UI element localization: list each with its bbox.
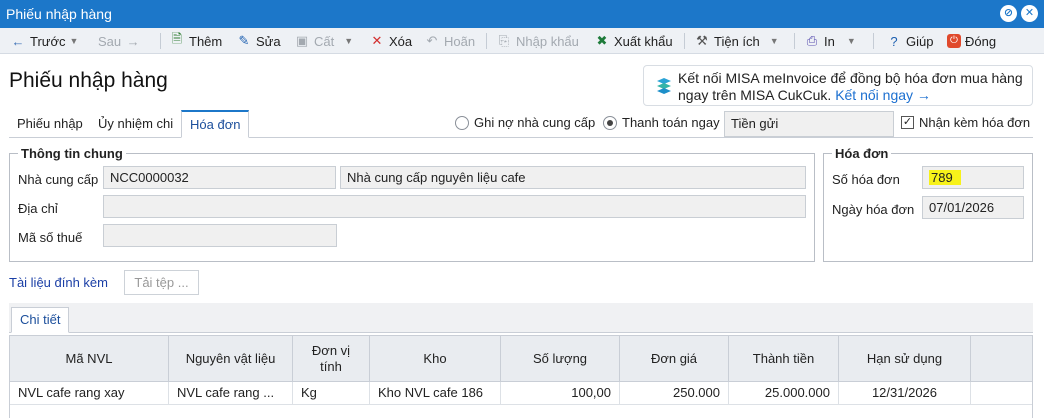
cell-quantity[interactable]: 100,00 [501, 382, 620, 405]
chevron-down-icon[interactable]: ▼ [70, 36, 79, 46]
col-header-code[interactable]: Mã NVL [10, 336, 169, 382]
col-header-unit[interactable]: Đơn vị tính [293, 336, 370, 382]
toolbar-separator [486, 33, 487, 49]
col-header-quantity[interactable]: Số lượng [501, 336, 620, 382]
save-icon: ▣ [295, 33, 309, 48]
import-icon: ⎘ [498, 33, 510, 48]
detail-tabs: Chi tiết [9, 303, 1033, 333]
restore-icon[interactable]: ⊘ [1000, 5, 1017, 22]
invoice-number-value: 789 [929, 170, 961, 185]
tax-code-field[interactable] [103, 224, 337, 247]
edit-button[interactable]: ✎ Sửa [236, 32, 281, 50]
delete-button[interactable]: ✕ Xóa [369, 32, 413, 50]
cell-material[interactable]: NVL cafe rang ... [169, 382, 293, 405]
chevron-down-icon[interactable]: ▼ [770, 36, 779, 46]
banner-text-2: ngay trên MISA CukCuk. [678, 87, 832, 103]
meinvoice-banner: Kết nối MISA meInvoice để đồng bộ hóa đơ… [643, 65, 1033, 106]
prev-button[interactable]: ← Trước ▼ [10, 32, 79, 50]
supplier-name-field[interactable]: Nhà cung cấp nguyên liệu cafe [340, 166, 806, 189]
tax-code-label: Mã số thuế [18, 230, 83, 245]
toolbar-separator [873, 33, 874, 49]
arrow-right-icon: → [126, 33, 140, 49]
power-icon: ⏻ [947, 34, 961, 48]
tab-detail[interactable]: Chi tiết [11, 307, 70, 333]
meinvoice-logo-icon [657, 78, 671, 94]
supplier-code-field[interactable]: NCC0000032 [103, 166, 336, 189]
col-header-unit-price[interactable]: Đơn giá [620, 336, 729, 382]
delete-x-icon: ✕ [371, 33, 383, 48]
page-title: Phiếu nhập hàng [9, 69, 168, 92]
invoice-date-field[interactable]: 07/01/2026 [922, 196, 1024, 219]
receive-invoice-checkbox[interactable]: ✓ Nhận kèm hóa đơn [901, 115, 1030, 130]
radio-circle[interactable] [455, 115, 469, 130]
help-icon: ? [890, 33, 898, 49]
toolbar-separator [160, 33, 161, 49]
cell-unit[interactable]: Kg [293, 382, 370, 405]
print-button[interactable]: ⎙ In ▼ [804, 32, 856, 50]
radio-pay-now[interactable]: Thanh toán ngay [603, 115, 720, 130]
connect-now-link[interactable]: Kết nối ngay → [835, 87, 931, 103]
general-info-title: Thông tin chung [18, 146, 126, 161]
radio-debt[interactable]: Ghi nợ nhà cung cấp [455, 115, 595, 130]
printer-icon: ⎙ [806, 33, 818, 48]
upload-button[interactable]: Tải tệp ... [124, 270, 199, 295]
chevron-down-icon[interactable]: ▼ [344, 36, 353, 46]
radio-circle-selected[interactable] [603, 115, 617, 130]
help-button[interactable]: ? Giúp [886, 32, 933, 50]
utilities-button[interactable]: ⚒ Tiện ích ▼ [694, 32, 779, 50]
undo-icon: ↶ [426, 33, 438, 48]
pencil-icon: ✎ [238, 33, 250, 48]
col-header-warehouse[interactable]: Kho [370, 336, 501, 382]
payment-method-field[interactable]: Tiền gửi [724, 111, 894, 137]
arrow-left-icon: ← [11, 33, 25, 49]
cell-extra [971, 382, 1032, 405]
col-header-amount[interactable]: Thành tiền [729, 336, 839, 382]
col-header-material[interactable]: Nguyên vật liệu [169, 336, 293, 382]
invoice-number-field[interactable]: 789 [922, 166, 1024, 189]
detail-grid: Mã NVL Nguyên vật liệu Đơn vị tính Kho S… [9, 335, 1033, 418]
save-button[interactable]: ▣ Cất ▼ [294, 32, 353, 50]
close-button[interactable]: ⏻ Đóng [947, 32, 996, 50]
address-label: Địa chỉ [18, 201, 58, 216]
next-button[interactable]: Sau → [98, 32, 145, 50]
add-button[interactable]: 🗎 Thêm [169, 31, 222, 50]
col-header-expiry[interactable]: Hạn sử dụng [839, 336, 971, 382]
chevron-down-icon[interactable]: ▼ [847, 36, 856, 46]
toolbar: ← Trước ▼ Sau → 🗎 Thêm ✎ Sửa ▣ Cất ▼ ✕ Xóa… [0, 28, 1044, 54]
excel-icon: ✖ [596, 33, 608, 48]
supplier-label: Nhà cung cấp [18, 172, 99, 187]
cell-warehouse[interactable]: Kho NVL cafe 186 [370, 382, 501, 405]
undo-button[interactable]: ↶ Hoãn [424, 32, 476, 50]
tab-invoice[interactable]: Hóa đơn [181, 110, 250, 138]
grid-header: Mã NVL Nguyên vật liệu Đơn vị tính Kho S… [10, 336, 1032, 382]
add-document-icon: 🗎 [171, 31, 183, 46]
table-row[interactable]: NVL cafe rang xay NVL cafe rang ... Kg K… [10, 382, 1032, 405]
tab-payment-order[interactable]: Ủy nhiệm chi [90, 110, 181, 138]
cell-amount[interactable]: 25.000.000 [729, 382, 839, 405]
toolbar-separator [794, 33, 795, 49]
window-titlebar: Phiếu nhập hàng ⊘ ✕ [0, 0, 1044, 28]
cell-unit-price[interactable]: 250.000 [620, 382, 729, 405]
close-icon[interactable]: ✕ [1021, 5, 1038, 22]
banner-text: Kết nối MISA meInvoice để đồng bộ hóa đơ… [678, 70, 1023, 86]
cell-code[interactable]: NVL cafe rang xay [10, 382, 169, 405]
tools-icon: ⚒ [696, 33, 708, 48]
checkmark-icon[interactable]: ✓ [901, 116, 914, 129]
cell-expiry[interactable]: 12/31/2026 [839, 382, 971, 405]
invoice-number-label: Số hóa đơn [832, 172, 900, 187]
toolbar-separator [684, 33, 685, 49]
address-field[interactable] [103, 195, 806, 218]
tab-receipt[interactable]: Phiếu nhập [9, 110, 91, 138]
invoice-group-title: Hóa đơn [832, 146, 892, 161]
col-header-extra [971, 336, 1032, 382]
attachments-label: Tài liệu đính kèm [9, 275, 108, 290]
import-button[interactable]: ⎘ Nhập khẩu [496, 32, 579, 50]
export-button[interactable]: ✖ Xuất khẩu [594, 32, 673, 50]
invoice-date-label: Ngày hóa đơn [832, 202, 915, 217]
window-title: Phiếu nhập hàng [6, 6, 112, 22]
